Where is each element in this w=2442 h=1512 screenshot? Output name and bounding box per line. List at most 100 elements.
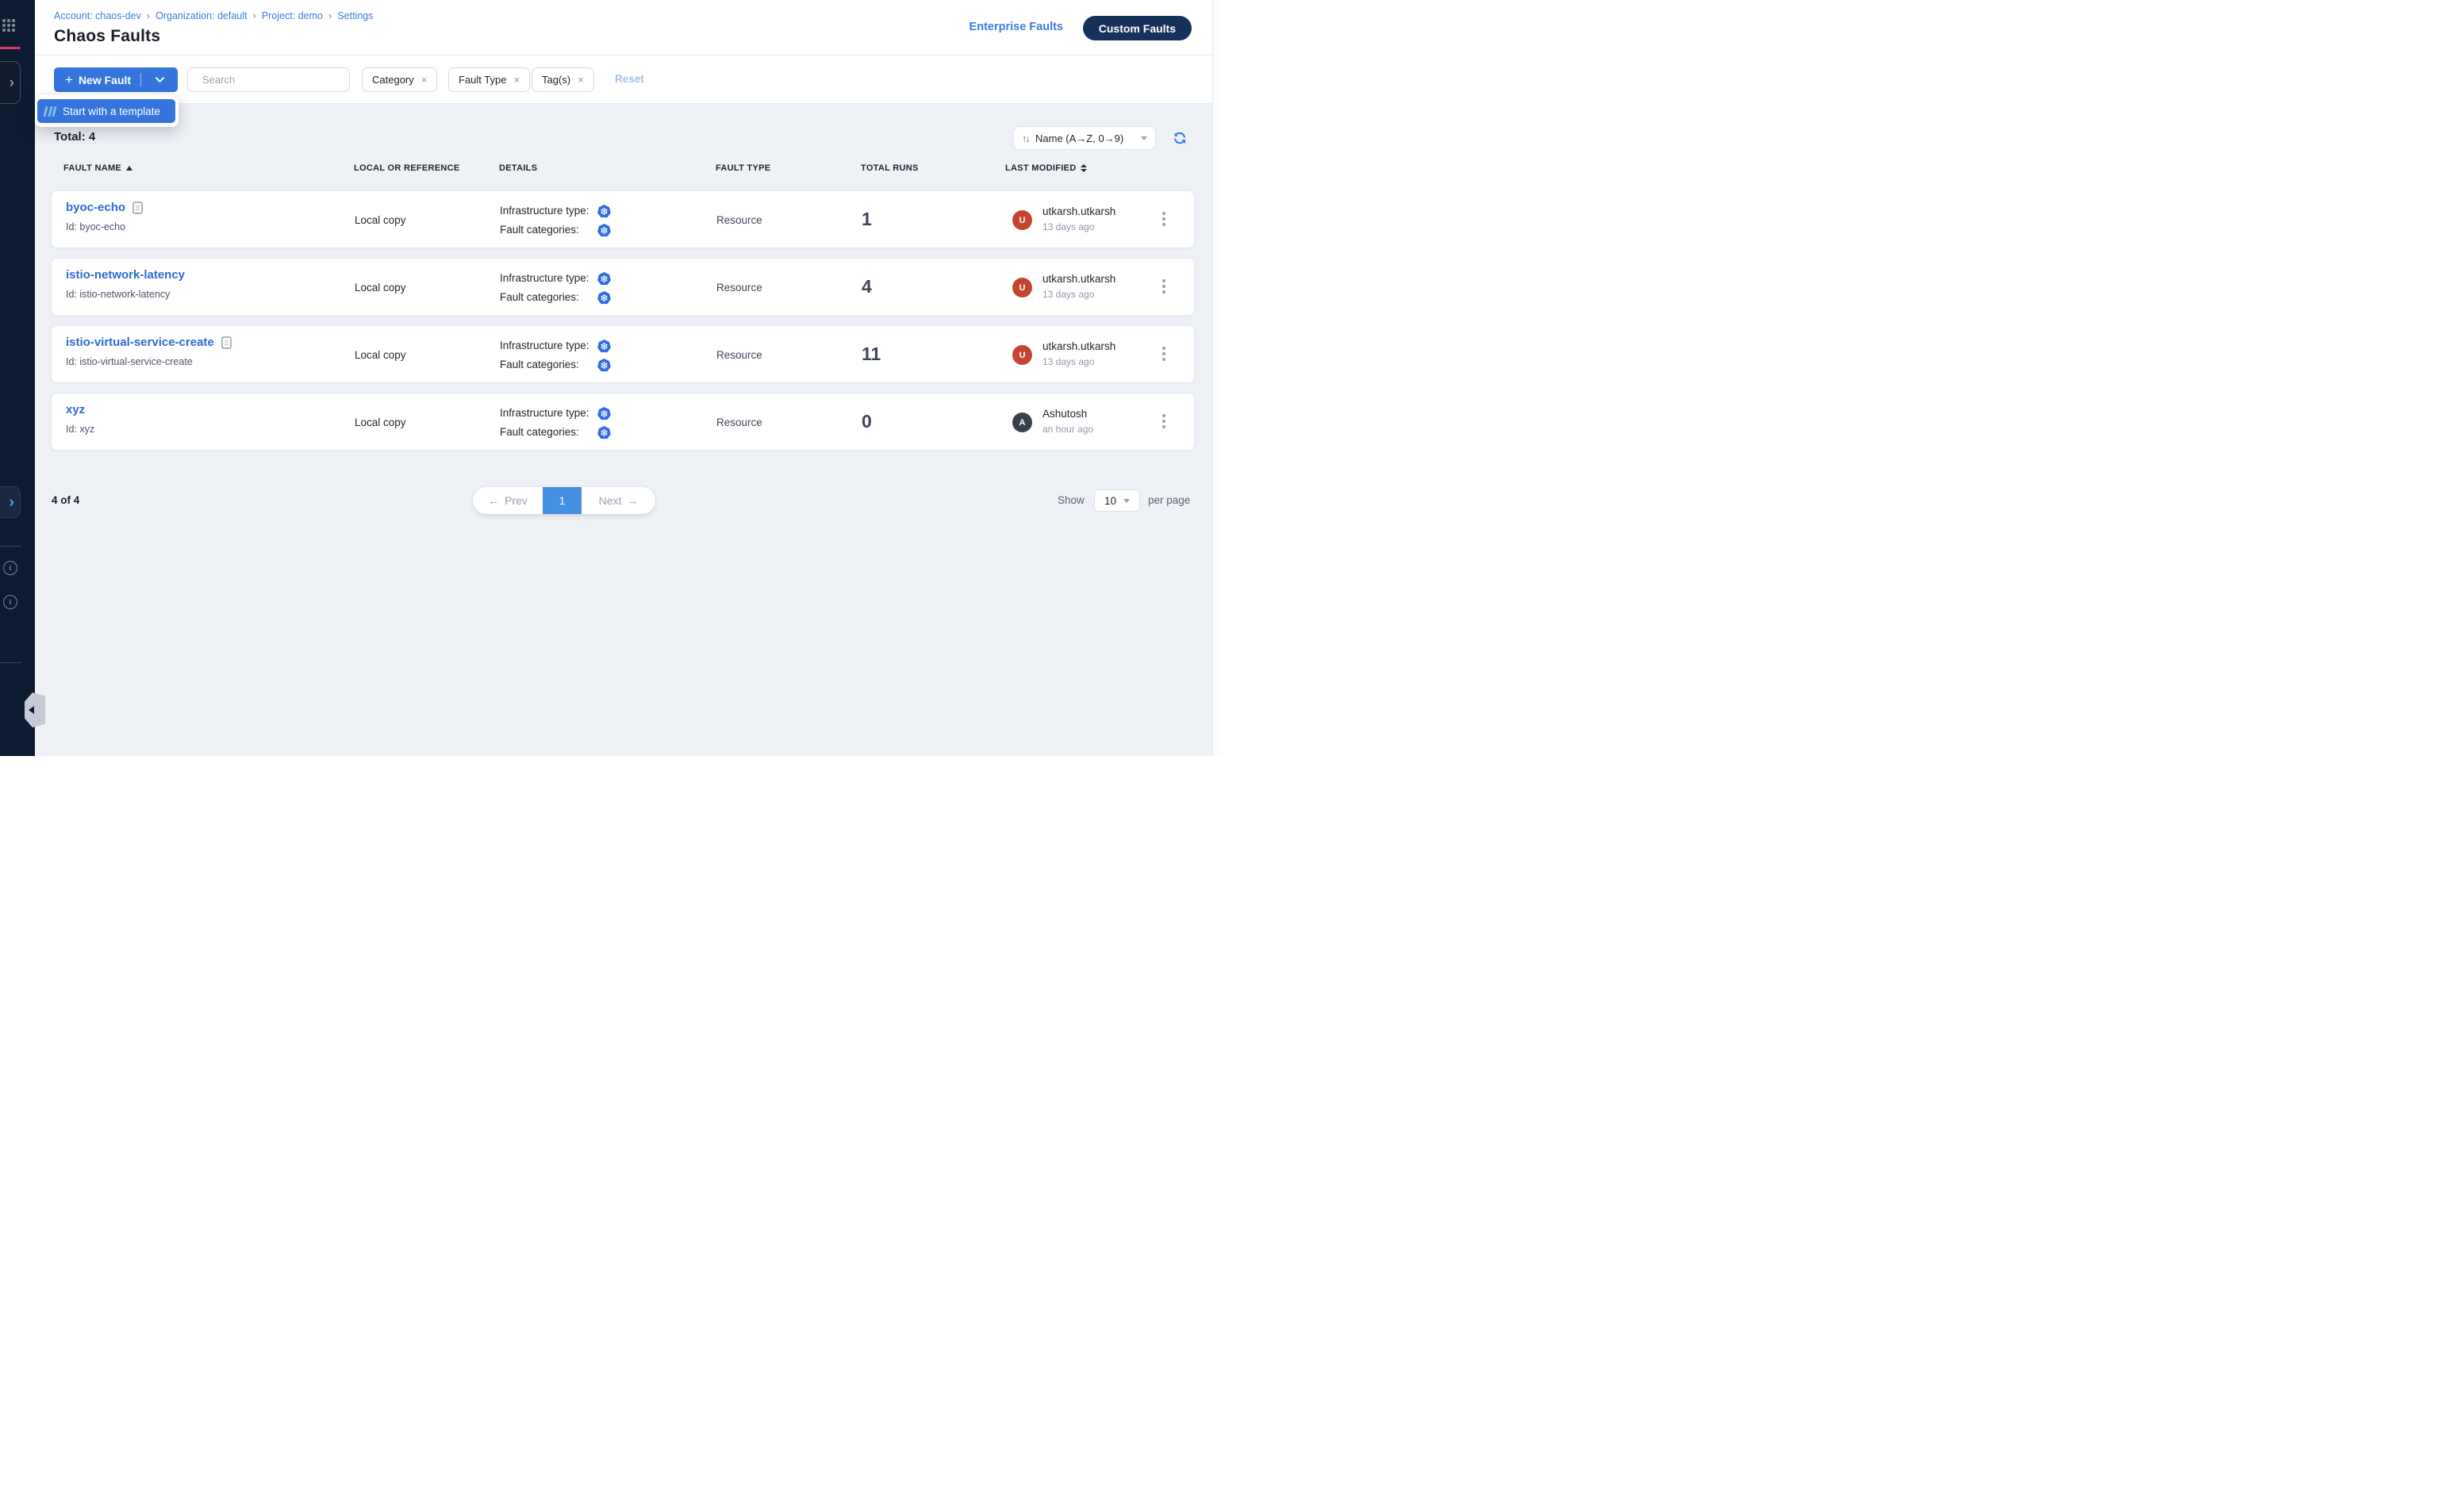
fault-name-link[interactable]: xyz bbox=[66, 403, 85, 416]
enterprise-faults-link[interactable]: Enterprise Faults bbox=[970, 21, 1063, 33]
custom-faults-button[interactable]: Custom Faults bbox=[1083, 16, 1192, 40]
fault-categories-label: Fault categories: bbox=[500, 359, 579, 370]
scrollbar-gutter[interactable] bbox=[1212, 0, 1221, 756]
kubernetes-icon bbox=[597, 291, 611, 305]
row-menu-button[interactable] bbox=[1158, 414, 1169, 428]
kubernetes-icon bbox=[597, 340, 611, 353]
total-runs: 11 bbox=[862, 343, 881, 365]
fault-id: Id: xyz bbox=[66, 424, 94, 435]
kubernetes-icon bbox=[597, 407, 611, 420]
info-icon[interactable]: i bbox=[3, 595, 17, 609]
infrastructure-type-label: Infrastructure type: bbox=[500, 205, 589, 217]
pager: ← Prev 1 Next → bbox=[473, 487, 655, 514]
fault-type: Resource bbox=[716, 282, 762, 294]
new-fault-dropdown-toggle[interactable] bbox=[141, 77, 178, 83]
per-page-select[interactable]: 10 bbox=[1094, 489, 1140, 512]
filter-chip-category[interactable]: Category × bbox=[362, 67, 437, 92]
new-fault-dropdown-menu: Start with a template bbox=[35, 95, 179, 127]
local-or-reference: Local copy bbox=[355, 214, 406, 226]
page-title: Chaos Faults bbox=[54, 27, 160, 46]
fault-id: Id: istio-network-latency bbox=[66, 289, 170, 300]
table-row: istio-network-latency Id: istio-network-… bbox=[51, 258, 1195, 316]
breadcrumb-org-link[interactable]: Organization: default bbox=[156, 10, 247, 21]
avatar: U bbox=[1012, 278, 1032, 297]
total-runs: 4 bbox=[862, 276, 872, 297]
column-header-fault-name[interactable]: FAULT NAME bbox=[63, 163, 132, 173]
total-count-label: Total: 4 bbox=[54, 130, 95, 144]
chevron-right-icon: › bbox=[10, 75, 20, 90]
sort-arrows-icon: ↑↓ bbox=[1022, 132, 1029, 144]
sidebar-divider bbox=[0, 546, 21, 547]
next-page-button[interactable]: Next → bbox=[582, 487, 655, 514]
column-header-last-modified[interactable]: LAST MODIFIED bbox=[1005, 163, 1087, 173]
menu-item-start-with-template[interactable]: Start with a template bbox=[37, 99, 175, 123]
search-input[interactable] bbox=[202, 74, 342, 86]
breadcrumb-separator: › bbox=[253, 10, 256, 21]
table-header-row: FAULT NAME LOCAL OR REFERENCE DETAILS FA… bbox=[35, 163, 1221, 176]
total-runs: 0 bbox=[862, 411, 872, 432]
page-1-button[interactable]: 1 bbox=[543, 487, 582, 514]
app-launcher-icon[interactable] bbox=[2, 19, 15, 32]
pagination-count: 4 of 4 bbox=[52, 494, 79, 506]
per-page-label: per page bbox=[1148, 494, 1190, 506]
infrastructure-type-label: Infrastructure type: bbox=[500, 272, 589, 284]
kubernetes-icon bbox=[597, 224, 611, 237]
search-box bbox=[187, 67, 350, 92]
fault-name-link[interactable]: istio-virtual-service-create bbox=[66, 336, 214, 349]
filter-chip-fault-type[interactable]: Fault Type × bbox=[448, 67, 530, 92]
triangle-left-icon bbox=[29, 706, 34, 714]
chat-bubble-icon[interactable] bbox=[1219, 744, 1221, 756]
fault-categories-label: Fault categories: bbox=[500, 426, 579, 438]
modified-by-user: utkarsh.utkarsh bbox=[1042, 340, 1115, 352]
avatar: U bbox=[1012, 345, 1032, 365]
fault-id: Id: byoc-echo bbox=[66, 221, 125, 232]
kubernetes-icon bbox=[597, 359, 611, 372]
new-fault-button[interactable]: + New Fault bbox=[54, 67, 178, 92]
close-icon[interactable]: × bbox=[578, 74, 584, 86]
breadcrumb-project-link[interactable]: Project: demo bbox=[262, 10, 323, 21]
reset-filters-link[interactable]: Reset bbox=[615, 73, 644, 85]
modified-time: an hour ago bbox=[1042, 424, 1093, 435]
breadcrumb-settings-link[interactable]: Settings bbox=[337, 10, 373, 21]
column-header-local-or-reference: LOCAL OR REFERENCE bbox=[354, 163, 460, 173]
chevron-down-icon bbox=[1123, 499, 1130, 503]
chaos-faults-page: › › i i Account: chaos-dev › Organizatio… bbox=[0, 0, 1221, 756]
fault-name-link[interactable]: byoc-echo bbox=[66, 201, 125, 214]
document-icon[interactable] bbox=[221, 336, 232, 349]
modified-by-user: utkarsh.utkarsh bbox=[1042, 273, 1115, 285]
prev-page-button[interactable]: ← Prev bbox=[473, 487, 543, 514]
refresh-button[interactable] bbox=[1173, 131, 1187, 145]
kubernetes-icon bbox=[597, 205, 611, 218]
toolbar: + New Fault Category × Fault Type × Tag( bbox=[35, 56, 1221, 104]
sidebar-expand-bottom-button[interactable]: › bbox=[0, 486, 21, 518]
infrastructure-type-label: Infrastructure type: bbox=[500, 407, 589, 419]
kubernetes-icon bbox=[597, 272, 611, 286]
local-or-reference: Local copy bbox=[355, 416, 406, 428]
main-area: Account: chaos-dev › Organization: defau… bbox=[35, 0, 1221, 756]
sort-select[interactable]: ↑↓ Name (A→Z, 0→9) bbox=[1013, 126, 1156, 150]
fault-name-link[interactable]: istio-network-latency bbox=[66, 268, 185, 282]
document-icon[interactable] bbox=[132, 201, 143, 214]
fault-id: Id: istio-virtual-service-create bbox=[66, 356, 193, 367]
breadcrumb-account-link[interactable]: Account: chaos-dev bbox=[54, 10, 141, 21]
local-or-reference: Local copy bbox=[355, 349, 406, 361]
nav-accent-line bbox=[0, 47, 21, 49]
row-menu-button[interactable] bbox=[1158, 279, 1169, 294]
fault-type: Resource bbox=[716, 416, 762, 428]
sort-both-icon bbox=[1081, 164, 1087, 172]
column-header-details: DETAILS bbox=[499, 163, 537, 173]
row-menu-button[interactable] bbox=[1158, 212, 1169, 226]
column-header-fault-type: FAULT TYPE bbox=[716, 163, 770, 173]
local-or-reference: Local copy bbox=[355, 282, 406, 294]
close-icon[interactable]: × bbox=[513, 74, 520, 86]
breadcrumb: Account: chaos-dev › Organization: defau… bbox=[54, 10, 373, 21]
close-icon[interactable]: × bbox=[421, 74, 428, 86]
modified-time: 13 days ago bbox=[1042, 356, 1094, 367]
row-menu-button[interactable] bbox=[1158, 347, 1169, 361]
chevron-down-icon bbox=[156, 77, 164, 83]
sidebar-expand-top-button[interactable]: › bbox=[0, 61, 21, 104]
filter-chip-tags[interactable]: Tag(s) × bbox=[532, 67, 594, 92]
sidebar-divider bbox=[0, 662, 21, 663]
table-row: byoc-echo Id: byoc-echo Local copy Infra… bbox=[51, 190, 1195, 248]
info-icon[interactable]: i bbox=[3, 561, 17, 575]
